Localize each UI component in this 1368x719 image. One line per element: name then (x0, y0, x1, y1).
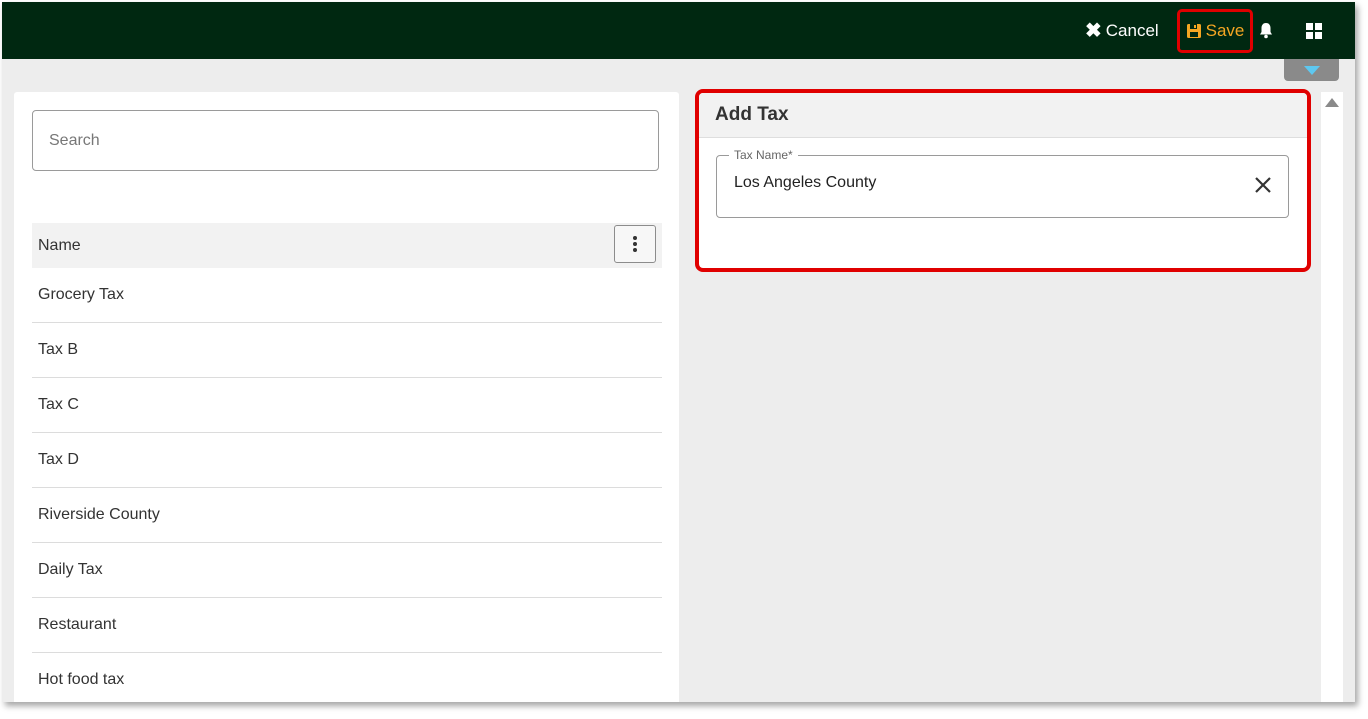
floppy-disk-icon (1186, 24, 1201, 38)
table-row[interactable]: Restaurant (32, 598, 662, 653)
cancel-button[interactable]: ✖ Cancel (1085, 2, 1159, 59)
bell-icon (1260, 23, 1272, 39)
table-row[interactable]: Tax B (32, 323, 662, 378)
card-title: Add Tax (699, 93, 1307, 138)
clear-button[interactable] (1254, 176, 1272, 199)
tax-name-value[interactable]: Los Angeles County (734, 174, 876, 192)
column-menu-button[interactable] (614, 225, 656, 263)
kebab-menu-icon (633, 236, 637, 252)
tax-list-panel: Search Name Grocery Tax Tax B Tax C Tax … (14, 92, 679, 702)
table-row[interactable]: Hot food tax (32, 653, 662, 702)
table-row[interactable]: Riverside County (32, 488, 662, 543)
tax-list: Grocery Tax Tax B Tax C Tax D Riverside … (32, 268, 662, 702)
table-row[interactable]: Tax C (32, 378, 662, 433)
tax-name-field[interactable]: Tax Name* Los Angeles County (716, 148, 1289, 218)
table-row[interactable]: Tax D (32, 433, 662, 488)
close-icon: ✖ (1085, 19, 1102, 42)
tax-name-label: Tax Name* (729, 148, 798, 162)
grid-icon (1306, 22, 1322, 39)
column-header-name[interactable]: Name (32, 237, 81, 255)
scrollbar[interactable] (1321, 92, 1343, 702)
clear-icon (1255, 177, 1271, 193)
apps-button[interactable] (1305, 2, 1323, 59)
scroll-up-arrow-icon[interactable] (1325, 98, 1339, 107)
table-row[interactable]: Daily Tax (32, 543, 662, 598)
notifications-button[interactable] (1258, 2, 1274, 59)
top-toolbar: ✖ Cancel Save (2, 2, 1355, 59)
collapse-toggle[interactable] (1284, 59, 1339, 81)
save-label: Save (1205, 21, 1245, 40)
caret-down-icon (1303, 65, 1320, 75)
table-row[interactable]: Grocery Tax (32, 268, 662, 323)
save-button[interactable]: Save (1177, 9, 1253, 53)
add-tax-card: Add Tax Tax Name* Los Angeles County (695, 89, 1311, 272)
search-input[interactable]: Search (32, 110, 659, 171)
search-placeholder: Search (49, 131, 100, 149)
cancel-label: Cancel (1105, 20, 1159, 40)
table-header: Name (32, 223, 662, 268)
app-window: ✖ Cancel Save Search Name Grocery Tax Ta… (2, 2, 1355, 702)
